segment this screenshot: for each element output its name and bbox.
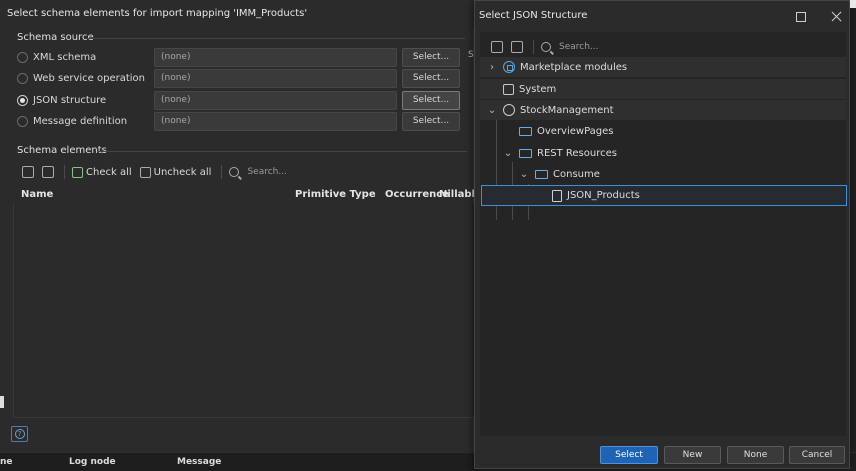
- column-primitive-type[interactable]: Primitive Type: [295, 189, 376, 200]
- tree-item-overviewpages[interactable]: OverviewPages: [480, 121, 614, 141]
- tree-toolbar: Search...: [491, 40, 599, 54]
- schema-table-body: [13, 203, 474, 418]
- tree-item-label: StockManagement: [520, 104, 614, 116]
- collapse-all-icon[interactable]: [511, 41, 523, 53]
- xml-schema-field: (none): [154, 48, 397, 67]
- schema-table-header: Name Primitive Type Occurrence Nillable: [13, 185, 482, 203]
- json-structure-icon: [552, 189, 562, 202]
- structure-tree-panel: Search... › Marketplace modules System ⌄…: [480, 32, 847, 436]
- maximize-icon[interactable]: [796, 12, 806, 22]
- none-button[interactable]: None: [727, 446, 784, 464]
- select-web-service-button[interactable]: Select...: [402, 69, 460, 88]
- web-service-field: (none): [154, 69, 397, 88]
- folder-icon: [519, 126, 532, 136]
- checkbox-unchecked-icon: [139, 166, 151, 178]
- radio-message-definition[interactable]: Message definition: [17, 112, 127, 130]
- tree-search-input[interactable]: Search...: [559, 42, 599, 52]
- toolbar-separator: [64, 165, 65, 179]
- radio-icon[interactable]: [17, 72, 28, 84]
- dialog-title: Select schema elements for import mappin…: [0, 0, 474, 30]
- radio-icon[interactable]: [17, 115, 28, 127]
- message-definition-field: (none): [154, 112, 397, 131]
- window-edge: [0, 396, 4, 408]
- truncated-label: S: [468, 50, 474, 60]
- select-json-structure-button[interactable]: Select...: [402, 91, 460, 110]
- divider: [97, 151, 467, 152]
- schema-elements-toolbar: Check all Uncheck all Search...: [22, 163, 287, 181]
- radio-json-structure[interactable]: JSON structure: [17, 91, 106, 109]
- column-log-node: Log node: [69, 457, 116, 467]
- help-icon: ?: [14, 429, 25, 439]
- tree-item-rest-resources[interactable]: ⌄ REST Resources: [480, 143, 617, 163]
- tree-item-consume[interactable]: ⌄ Consume: [480, 164, 600, 184]
- select-json-structure-dialog: Select JSON Structure Search... › Market…: [474, 0, 850, 469]
- module-icon: [503, 61, 515, 73]
- toolbar-separator: [221, 165, 223, 179]
- radio-label: Web service operation: [33, 72, 145, 84]
- chevron-down-icon[interactable]: ⌄: [487, 105, 497, 116]
- help-button[interactable]: ?: [11, 426, 28, 442]
- system-icon: [503, 83, 514, 95]
- column-name[interactable]: Name: [21, 189, 53, 200]
- uncheck-all-button[interactable]: Uncheck all: [139, 166, 212, 178]
- tree-item-label: OverviewPages: [537, 125, 614, 137]
- check-all-button[interactable]: Check all: [72, 166, 132, 178]
- chevron-down-icon[interactable]: ⌄: [519, 169, 529, 180]
- checkbox-checked-icon: [72, 166, 83, 178]
- search-icon: [229, 167, 240, 177]
- folder-icon: [519, 148, 532, 158]
- collapse-all-icon[interactable]: [42, 166, 54, 178]
- chevron-right-icon[interactable]: ›: [487, 62, 497, 73]
- column-message: Message: [177, 457, 222, 467]
- cancel-button[interactable]: Cancel: [789, 446, 845, 464]
- folder-icon: [535, 169, 548, 179]
- app-icon: [503, 104, 515, 116]
- tree-item-label: Marketplace modules: [520, 61, 628, 73]
- select-message-definition-button[interactable]: Select...: [402, 112, 460, 131]
- radio-label: Message definition: [33, 115, 128, 127]
- close-icon[interactable]: [830, 9, 844, 23]
- tree-item-marketplace-modules[interactable]: › Marketplace modules: [480, 57, 846, 77]
- tree-item-stockmanagement[interactable]: ⌄ StockManagement: [480, 100, 846, 120]
- tree-item-system[interactable]: System: [480, 79, 846, 99]
- tree-item-label: Consume: [553, 168, 600, 180]
- schema-elements-label: Schema elements: [17, 145, 107, 156]
- select-xml-schema-button[interactable]: Select...: [402, 48, 460, 67]
- check-all-label: Check all: [86, 166, 132, 178]
- radio-label: JSON structure: [33, 94, 107, 106]
- radio-xml-schema[interactable]: XML schema: [17, 48, 96, 66]
- json-structure-field: (none): [154, 91, 397, 110]
- radio-icon[interactable]: [17, 51, 28, 63]
- schema-source-label: Schema source: [17, 32, 94, 43]
- chevron-down-icon[interactable]: ⌄: [503, 148, 513, 159]
- select-button[interactable]: Select: [600, 446, 658, 464]
- uncheck-all-label: Uncheck all: [153, 166, 212, 178]
- import-mapping-dialog: Select schema elements for import mappin…: [0, 0, 482, 452]
- column-truncated: ne: [0, 457, 13, 467]
- radio-web-service-operation[interactable]: Web service operation: [17, 69, 145, 87]
- schema-search-input[interactable]: Search...: [247, 167, 287, 177]
- toolbar-separator: [533, 40, 534, 54]
- tree-item-label: REST Resources: [537, 147, 617, 159]
- expand-all-icon[interactable]: [22, 166, 34, 178]
- radio-selected-icon[interactable]: [17, 94, 28, 106]
- dialog-title: Select JSON Structure: [479, 10, 588, 21]
- divider: [85, 38, 465, 39]
- window-corner: [850, 0, 856, 8]
- tree-item-json-products[interactable]: JSON_Products: [481, 185, 847, 206]
- new-button[interactable]: New: [664, 446, 721, 464]
- search-icon: [541, 42, 551, 52]
- tree-item-label: JSON_Products: [567, 190, 640, 201]
- expand-all-icon[interactable]: [491, 41, 503, 53]
- tree-item-label: System: [519, 83, 557, 95]
- radio-label: XML schema: [33, 51, 97, 63]
